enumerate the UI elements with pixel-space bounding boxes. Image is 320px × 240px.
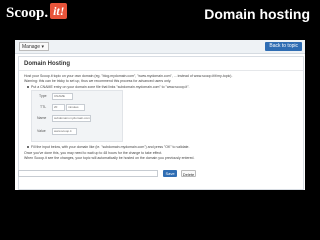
ttl-unit-select: minutes xyxy=(66,104,85,111)
save-button[interactable]: Save xyxy=(163,170,177,177)
manage-button[interactable]: Manage ▾ xyxy=(19,42,49,51)
ttl-label: TTL xyxy=(40,105,47,109)
type-field: CNAME xyxy=(52,93,73,100)
warning-text: Warning: this can be tricky to set up, t… xyxy=(24,79,172,83)
screenshot-frame: Manage ▾ Back to topic Domain Hosting Ho… xyxy=(15,40,305,190)
back-to-topic-button[interactable]: Back to topic xyxy=(265,42,302,51)
dns-fields-box: Type CNAME TTL 20 minutes Name subdomain… xyxy=(31,90,123,142)
type-label: Type xyxy=(39,94,47,98)
intro-text: Host your Scoop.it topic on your own dom… xyxy=(24,74,233,78)
step-1-text: Put a CNAME entry on your domain zone fi… xyxy=(31,84,190,89)
bullet-icon xyxy=(27,146,29,148)
slide-header: Scoop. it! Domain hosting xyxy=(0,0,320,28)
step-2-text: Fill the input below, with your domain l… xyxy=(31,144,190,149)
note-text: Once you've done this, you may need to w… xyxy=(24,151,163,155)
value-field: www.scoop.it xyxy=(52,128,77,135)
name-field: subdomain.mydomain.com xyxy=(52,115,91,122)
ttl-field: 20 xyxy=(52,104,65,111)
scoopit-logo: Scoop. it! xyxy=(6,3,68,23)
bullet-icon xyxy=(27,86,29,88)
toolbar: Manage ▾ Back to topic xyxy=(15,40,305,54)
domain-input[interactable] xyxy=(18,170,158,177)
logo-text: Scoop. xyxy=(6,5,49,21)
delete-button[interactable]: Delete xyxy=(181,170,196,177)
value-label: Value xyxy=(37,129,46,133)
panel-title: Domain Hosting xyxy=(24,61,70,67)
note-text: When Scoop.it see the changes, your topi… xyxy=(24,156,195,160)
name-label: Name xyxy=(37,116,47,120)
logo-badge: it! xyxy=(50,3,68,19)
slide-title: Domain hosting xyxy=(204,6,310,22)
divider xyxy=(19,70,303,71)
